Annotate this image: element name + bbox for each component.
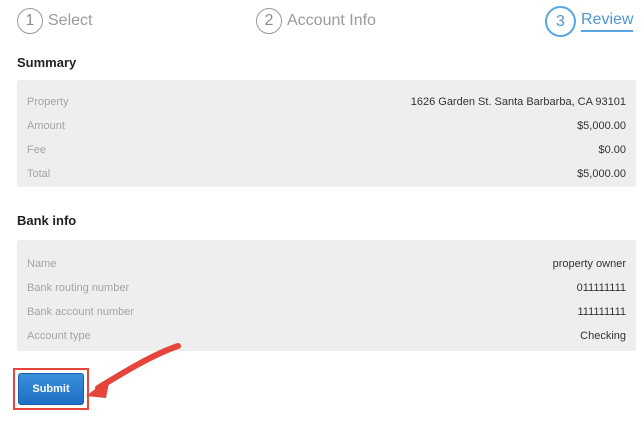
row-value: 011111111 xyxy=(576,282,626,294)
row-value: $5,000.00 xyxy=(577,120,626,132)
summary-row-fee: Fee $0.00 xyxy=(17,140,636,160)
row-label: Fee xyxy=(27,144,46,156)
pointer-arrow-icon xyxy=(86,343,181,398)
step-label: Review xyxy=(581,11,634,32)
bank-row-routing: Bank routing number 011111111 xyxy=(17,278,636,298)
row-value: property owner xyxy=(552,258,626,270)
step-progress: 1 Select 2 Account Info 3 Review xyxy=(0,0,644,44)
row-label: Total xyxy=(27,168,51,180)
step-number-badge: 1 xyxy=(17,8,43,34)
step-number-badge: 3 xyxy=(545,6,576,37)
bank-row-account: Bank account number 111111111 xyxy=(17,302,636,322)
submit-button[interactable]: Submit xyxy=(18,373,84,405)
row-value: $0.00 xyxy=(598,144,626,156)
row-value: 1626 Garden St. Santa Barbarba, CA 93101 xyxy=(410,96,626,108)
step-label: Account Info xyxy=(287,12,376,29)
row-value: 111111111 xyxy=(577,306,626,318)
row-label: Bank account number xyxy=(27,306,135,318)
summary-heading: Summary xyxy=(17,55,77,70)
summary-panel: Property 1626 Garden St. Santa Barbarba,… xyxy=(17,80,636,187)
summary-row-property: Property 1626 Garden St. Santa Barbarba,… xyxy=(17,92,636,112)
summary-row-total: Total $5,000.00 xyxy=(17,164,636,184)
step-review: 3 Review xyxy=(545,6,634,37)
bank-row-name: Name property owner xyxy=(17,254,636,274)
step-select: 1 Select xyxy=(17,8,92,34)
row-label: Amount xyxy=(27,120,65,132)
bank-info-panel: Name property owner Bank routing number … xyxy=(17,240,636,351)
bank-info-heading: Bank info xyxy=(17,213,77,228)
row-label: Account type xyxy=(27,330,91,342)
row-label: Property xyxy=(27,96,69,108)
summary-row-amount: Amount $5,000.00 xyxy=(17,116,636,136)
row-label: Name xyxy=(27,258,57,270)
row-label: Bank routing number xyxy=(27,282,130,294)
step-account-info: 2 Account Info xyxy=(256,8,376,34)
step-number-badge: 2 xyxy=(256,8,282,34)
step-label: Select xyxy=(48,12,93,29)
row-value: $5,000.00 xyxy=(577,168,626,180)
row-value: Checking xyxy=(580,330,626,342)
